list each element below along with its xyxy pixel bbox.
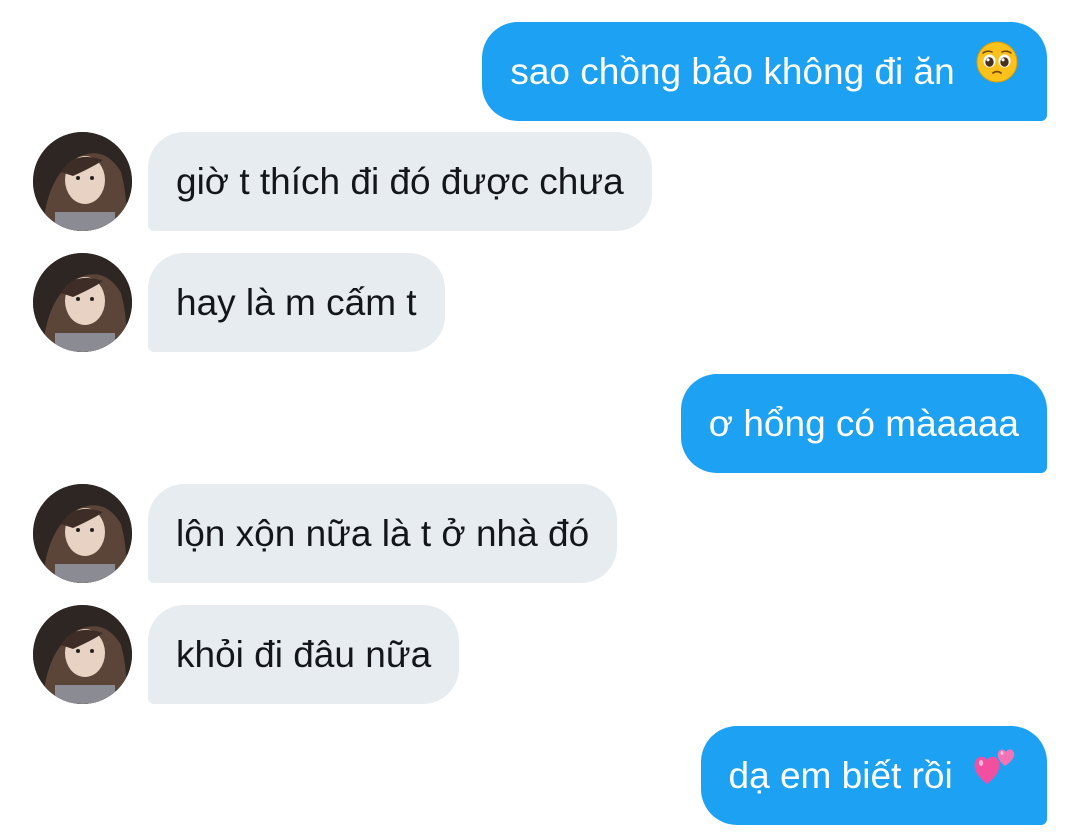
- sent-message-bubble[interactable]: ơ hổng có màaaaa: [680, 374, 1047, 473]
- message-row: giờ t thích đi đó được chưa: [0, 132, 1080, 231]
- received-message-bubble[interactable]: giờ t thích đi đó được chưa: [148, 132, 652, 231]
- message-text: lộn xộn nữa là t ở nhà đó: [176, 513, 590, 554]
- avatar[interactable]: [33, 132, 132, 231]
- message-text: ơ hổng có màaaaa: [708, 403, 1019, 444]
- message-text: sao chồng bảo không đi ăn: [510, 51, 955, 92]
- message-row: lộn xộn nữa là t ở nhà đó: [0, 484, 1080, 583]
- sent-message-bubble[interactable]: dạ em biết rồi: [700, 726, 1047, 825]
- pleading-face-icon: [975, 22, 1019, 121]
- message-text: dạ em biết rồi: [728, 755, 953, 796]
- sent-message-bubble[interactable]: sao chồng bảo không đi ăn: [482, 22, 1047, 121]
- message-text: khỏi đi đâu nữa: [176, 634, 432, 675]
- received-message-bubble[interactable]: lộn xộn nữa là t ở nhà đó: [148, 484, 618, 583]
- message-row: hay là m cấm t: [0, 253, 1080, 352]
- avatar[interactable]: [33, 605, 132, 704]
- message-text: hay là m cấm t: [176, 282, 417, 323]
- message-text: giờ t thích đi đó được chưa: [176, 161, 624, 202]
- message-row: dạ em biết rồi: [0, 726, 1080, 825]
- message-row: sao chồng bảo không đi ăn: [0, 22, 1080, 121]
- received-message-bubble[interactable]: hay là m cấm t: [148, 253, 445, 352]
- two-hearts-icon: [973, 726, 1019, 825]
- message-row: ơ hổng có màaaaa: [0, 374, 1080, 473]
- message-row: khỏi đi đâu nữa: [0, 605, 1080, 704]
- avatar[interactable]: [33, 484, 132, 583]
- received-message-bubble[interactable]: khỏi đi đâu nữa: [148, 605, 460, 704]
- avatar[interactable]: [33, 253, 132, 352]
